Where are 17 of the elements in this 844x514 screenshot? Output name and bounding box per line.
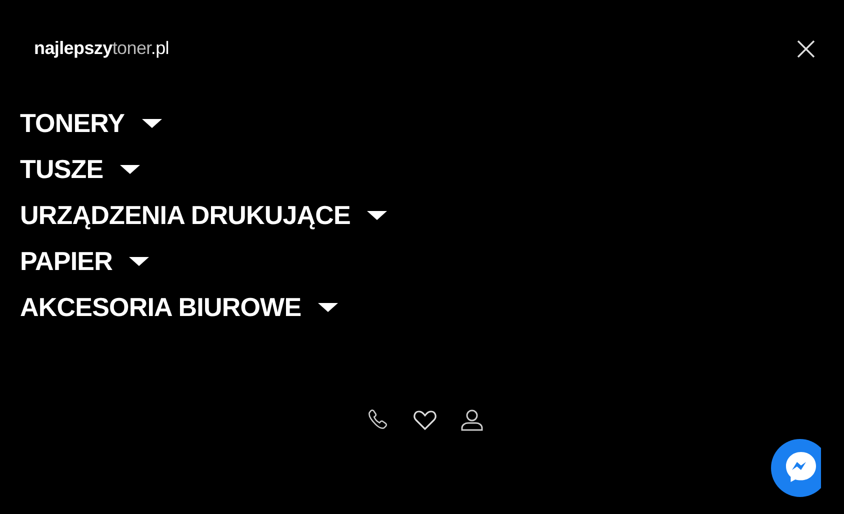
caret-icon (120, 164, 140, 174)
user-icon[interactable] (461, 408, 483, 430)
caret-icon (367, 210, 388, 220)
caret-icon (129, 256, 150, 266)
messenger-icon (784, 450, 818, 484)
logo[interactable]: najlepszytoner.pl (34, 36, 170, 60)
close-icon[interactable] (796, 39, 816, 59)
phone-icon[interactable] (366, 408, 389, 431)
caret-icon (318, 302, 338, 312)
heart-icon[interactable] (413, 408, 437, 430)
menu-item[interactable]: PAPIER (20, 246, 150, 277)
menu-item[interactable]: URZĄDZENIA DRUKUJĄCE (20, 200, 388, 231)
messenger-button[interactable] (771, 439, 821, 497)
menu-item[interactable]: TUSZE (20, 154, 140, 185)
caret-icon (142, 118, 162, 128)
menu-item[interactable]: AKCESORIA BIUROWE (20, 292, 338, 323)
menu-item[interactable]: TONERY (20, 108, 162, 139)
